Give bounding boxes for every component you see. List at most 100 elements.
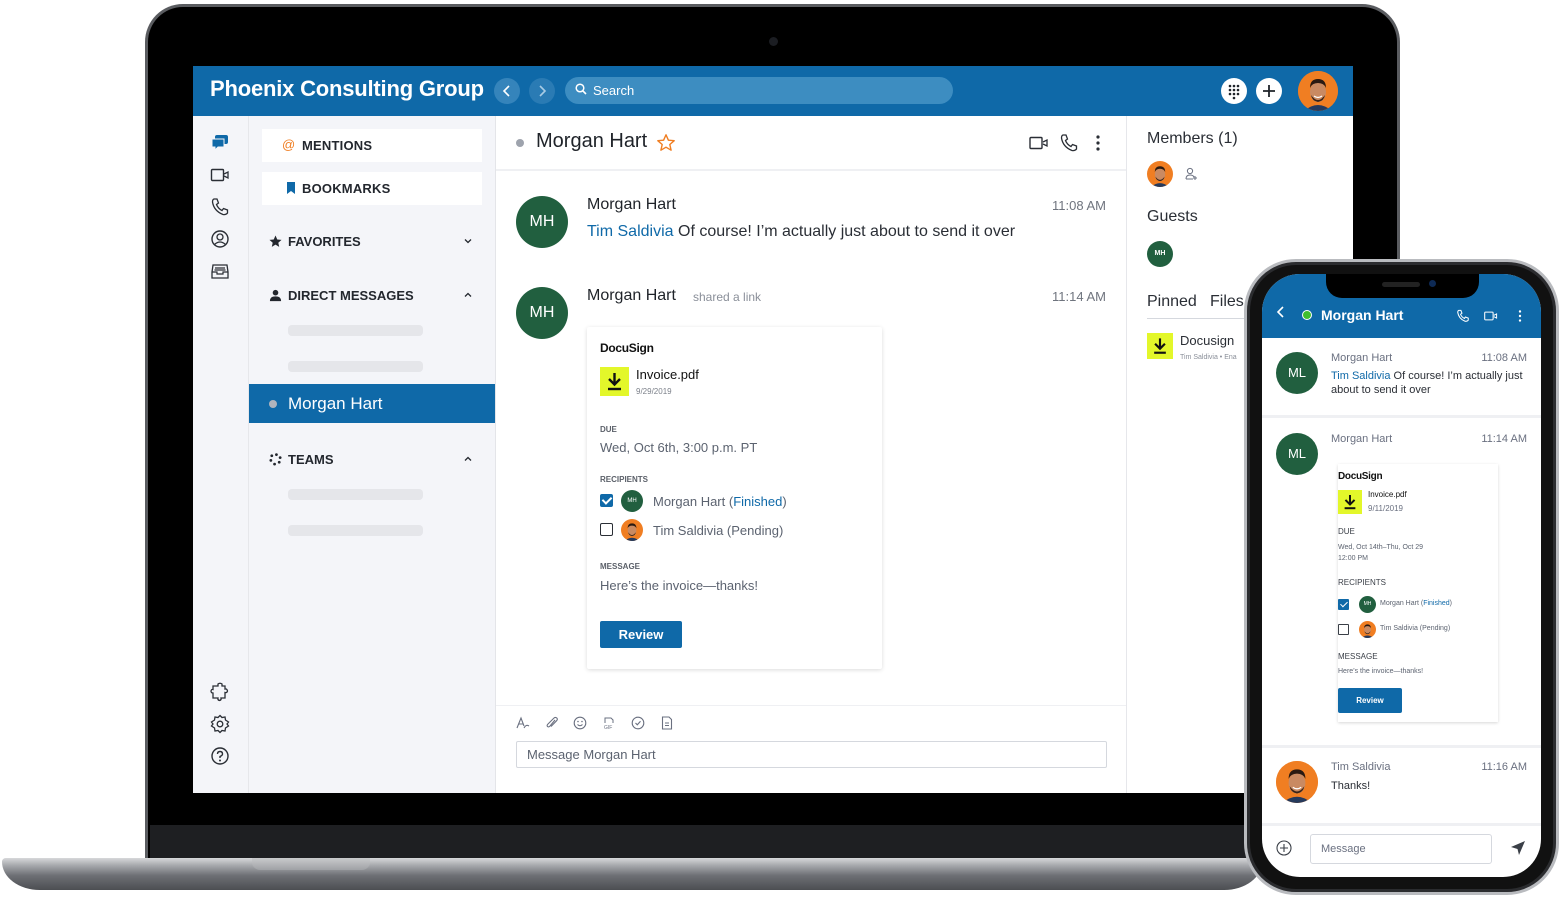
back-arrow-icon[interactable]: [1276, 306, 1286, 318]
phone-call-icon[interactable]: [1456, 309, 1470, 323]
recipient-checkbox-checked[interactable]: [1338, 599, 1349, 610]
tab-files[interactable]: Files: [1210, 293, 1244, 311]
favorites-section-header[interactable]: FAVORITES: [269, 233, 474, 253]
recipient-checkbox-unchecked[interactable]: [1338, 624, 1349, 635]
review-button[interactable]: Review: [1338, 688, 1402, 713]
format-icon[interactable]: [516, 716, 530, 730]
integrations-icon[interactable]: [210, 682, 230, 702]
favorites-label: FAVORITES: [288, 234, 361, 249]
search-placeholder: Search: [593, 83, 635, 98]
due-label: DUE: [600, 425, 617, 434]
search-input[interactable]: Search: [565, 77, 953, 104]
phone-call-icon[interactable]: [1059, 134, 1079, 152]
review-button[interactable]: Review: [600, 621, 682, 648]
sidebar-item-mentions[interactable]: @ MENTIONS: [262, 129, 482, 162]
dm-placeholder: [288, 325, 423, 336]
recipient-avatar: MH: [1359, 596, 1376, 613]
more-options-icon[interactable]: [1088, 134, 1108, 152]
forward-button[interactable]: [529, 78, 555, 104]
recipient-avatar-photo: [621, 519, 643, 541]
teams-section-header[interactable]: TEAMS: [269, 451, 474, 471]
dialpad-icon: [1228, 84, 1240, 100]
guests-title: Guests: [1147, 208, 1198, 225]
direct-messages-section-header[interactable]: DIRECT MESSAGES: [269, 287, 474, 307]
chevron-left-icon: [502, 85, 510, 97]
laptop-camera: [769, 37, 778, 46]
phone-notch: [1326, 274, 1479, 298]
message-value: Here’s the invoice—thanks!: [1338, 668, 1424, 675]
back-button[interactable]: [494, 78, 520, 104]
add-button[interactable]: [1256, 78, 1282, 104]
tab-pinned[interactable]: Pinned: [1147, 293, 1197, 311]
chevron-down-icon[interactable]: [462, 235, 474, 247]
plus-icon: [1263, 85, 1275, 97]
download-icon: [1344, 494, 1356, 510]
laptop-hinge-notch: [252, 858, 370, 870]
pinned-item-name[interactable]: Docusign: [1180, 333, 1234, 348]
avatar[interactable]: ML: [1276, 352, 1318, 394]
inbox-icon[interactable]: [210, 261, 230, 281]
chat-icon[interactable]: [210, 133, 230, 153]
avatar[interactable]: MH: [516, 287, 568, 339]
team-placeholder: [288, 525, 423, 536]
note-icon[interactable]: [660, 716, 674, 730]
mobile-message-input[interactable]: Message: [1310, 834, 1492, 864]
gif-icon[interactable]: GIF: [602, 716, 616, 730]
member-avatar[interactable]: [1147, 161, 1173, 187]
message-meta: shared a link: [693, 290, 762, 304]
recipient-checkbox-unchecked[interactable]: [600, 523, 613, 536]
help-icon[interactable]: [210, 746, 230, 766]
add-member-icon[interactable]: [1185, 167, 1199, 181]
docusign-logo: DocuSign: [600, 341, 654, 355]
mention-link[interactable]: Tim Saldivia: [1331, 370, 1391, 382]
message-text: Of course! I’m actually just about to se…: [673, 223, 1016, 240]
send-icon[interactable]: [1510, 840, 1526, 856]
recipient-checkbox-checked[interactable]: [600, 494, 613, 507]
video-icon[interactable]: [210, 165, 230, 185]
avatar[interactable]: ML: [1276, 433, 1318, 475]
message-time: 11:14 AM: [1481, 433, 1527, 445]
phone-icon[interactable]: [210, 197, 230, 217]
chevron-up-icon[interactable]: [462, 453, 474, 465]
presence-dot: [516, 139, 524, 147]
user-avatar[interactable]: [1298, 71, 1338, 111]
more-options-icon[interactable]: [1513, 309, 1527, 323]
sidebar-item-morgan-hart[interactable]: Morgan Hart: [249, 384, 495, 423]
avatar-photo[interactable]: [1276, 761, 1318, 803]
video-call-icon[interactable]: [1029, 134, 1049, 152]
guest-avatar[interactable]: MH: [1147, 241, 1173, 267]
message-input[interactable]: Message Morgan Hart: [516, 741, 1107, 768]
file-name[interactable]: Invoice.pdf: [1368, 490, 1407, 499]
attach-icon[interactable]: [545, 716, 559, 730]
recipient-status-close: ): [1449, 600, 1452, 607]
video-call-icon[interactable]: [1484, 309, 1498, 323]
favorite-star-icon[interactable]: [656, 133, 676, 153]
task-icon[interactable]: [631, 716, 645, 730]
user-photo-icon: [1298, 71, 1338, 111]
file-name[interactable]: Invoice.pdf: [636, 367, 699, 382]
emoji-icon[interactable]: [573, 716, 587, 730]
message-composer: GIF Message Morgan Hart: [496, 705, 1126, 793]
sidebar-item-bookmarks[interactable]: BOOKMARKS: [262, 172, 482, 205]
mention-link[interactable]: Tim Saldivia: [587, 223, 674, 240]
chevron-right-icon: [539, 85, 547, 97]
pinned-download-button[interactable]: [1147, 333, 1173, 359]
svg-text:GIF: GIF: [604, 725, 612, 730]
download-button[interactable]: [600, 367, 629, 396]
message-author[interactable]: Morgan Hart: [587, 287, 676, 305]
add-attachment-icon[interactable]: [1276, 840, 1292, 856]
message-author[interactable]: Morgan Hart: [587, 196, 676, 214]
recipient-name: Tim Saldivia (Pending): [653, 523, 784, 538]
dialpad-button[interactable]: [1221, 78, 1247, 104]
contacts-icon[interactable]: [210, 229, 230, 249]
docusign-card: DocuSign Invoice.pdf 9/29/2019 DUE Wed, …: [587, 327, 882, 669]
bookmarks-label: BOOKMARKS: [302, 181, 391, 196]
avatar[interactable]: MH: [516, 196, 568, 248]
settings-icon[interactable]: [210, 714, 230, 734]
mobile-card-content: [1338, 464, 1498, 722]
download-button[interactable]: [1338, 490, 1362, 514]
recipient-name: Tim Saldivia (Pending): [1380, 625, 1451, 632]
chat-header: Morgan Hart: [496, 116, 1126, 171]
chevron-up-icon[interactable]: [462, 289, 474, 301]
chat-panel: Morgan Hart MH Morgan Hart 11:08 AM Tim …: [496, 116, 1127, 793]
